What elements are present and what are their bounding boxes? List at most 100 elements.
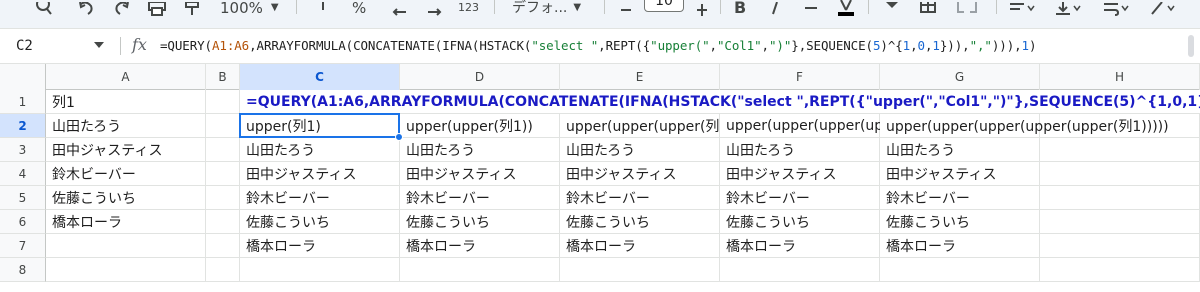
- chevron-down-icon: ▼: [270, 2, 279, 13]
- cell-f4[interactable]: 田中ジャスティス: [720, 162, 880, 185]
- redo-icon[interactable]: [114, 0, 130, 16]
- decrease-decimal-icon[interactable]: [392, 0, 410, 16]
- percent-label: %: [352, 0, 367, 17]
- cell-c3[interactable]: 山田たろう: [240, 138, 400, 161]
- text-rotation-icon[interactable]: [1150, 0, 1176, 16]
- font-size-input[interactable]: 10: [644, 0, 684, 12]
- cell-d3[interactable]: 山田たろう: [400, 138, 560, 161]
- fill-color-icon[interactable]: [884, 0, 900, 16]
- formula-token: ,: [910, 38, 918, 53]
- cell-c7[interactable]: 橋本ローラ: [240, 234, 400, 257]
- cell-d7[interactable]: 橋本ローラ: [400, 234, 560, 257]
- fill-handle[interactable]: [395, 133, 403, 141]
- cell-e5[interactable]: 鈴木ビーバー: [560, 186, 720, 209]
- cell-f7[interactable]: 橋本ローラ: [720, 234, 880, 257]
- cell-e7[interactable]: 橋本ローラ: [560, 234, 720, 257]
- italic-icon[interactable]: [770, 0, 780, 16]
- zoom-select[interactable]: 100% ▼: [220, 0, 279, 16]
- toolbar: 100% ▼ % 123 デフォ... ▼ 10 B: [0, 0, 1200, 28]
- text-color-icon[interactable]: [838, 0, 854, 16]
- formula-token: ))),: [991, 38, 1022, 53]
- column-header-g[interactable]: G: [880, 64, 1040, 90]
- chevron-down-icon: ▼: [573, 2, 582, 13]
- undo-icon[interactable]: [78, 0, 94, 16]
- increase-decimal-icon[interactable]: [426, 0, 444, 16]
- column-header-d[interactable]: D: [400, 64, 560, 90]
- cell-c6[interactable]: 佐藤こういち: [240, 210, 400, 233]
- percent-format-button[interactable]: %: [352, 0, 366, 16]
- cell-a4[interactable]: 鈴木ビーバー: [46, 162, 206, 185]
- cell-f6[interactable]: 佐藤こういち: [720, 210, 880, 233]
- formula-token: 1: [932, 38, 940, 53]
- currency-icon[interactable]: [318, 0, 328, 16]
- cell-g7[interactable]: 橋本ローラ: [880, 234, 1040, 257]
- select-all-corner[interactable]: [0, 64, 46, 90]
- fx-icon: fx: [132, 35, 147, 54]
- cell-f2[interactable]: upper(upper(upper(upp: [720, 114, 880, 137]
- column-header-h[interactable]: H: [1040, 64, 1200, 90]
- cell-a2[interactable]: 山田たろう: [46, 114, 206, 137]
- cell-d2[interactable]: upper(upper(列1)): [400, 114, 560, 137]
- toolbar-divider: [604, 0, 605, 14]
- column-header-a[interactable]: A: [46, 64, 206, 90]
- strikethrough-icon[interactable]: [804, 0, 818, 16]
- column-header-e[interactable]: E: [560, 64, 720, 90]
- row-header-6[interactable]: 6: [0, 210, 46, 234]
- cell-a5[interactable]: 佐藤こういち: [46, 186, 206, 209]
- paint-format-icon[interactable]: [184, 0, 200, 16]
- merge-cells-icon[interactable]: [956, 0, 978, 16]
- cell-g2[interactable]: upper(upper(upper(upper(upper(列1))))): [880, 114, 1200, 137]
- formula-token: "Col1": [716, 38, 762, 53]
- formula-token: ,REPT({: [598, 38, 651, 53]
- cell-c2[interactable]: upper(列1): [240, 114, 400, 137]
- column-header-f[interactable]: F: [720, 64, 880, 90]
- cell-g5[interactable]: 鈴木ビーバー: [880, 186, 1040, 209]
- font-family-value: デフォ...: [512, 0, 568, 16]
- font-size-value: 10: [655, 0, 673, 9]
- print-icon[interactable]: [148, 0, 166, 16]
- row-header-4[interactable]: 4: [0, 162, 46, 186]
- cell-f3[interactable]: 山田たろう: [720, 138, 880, 161]
- horizontal-align-icon[interactable]: [1010, 0, 1036, 16]
- increase-font-size-icon[interactable]: [696, 0, 708, 16]
- cell-c5[interactable]: 鈴木ビーバー: [240, 186, 400, 209]
- cell-g3[interactable]: 山田たろう: [880, 138, 1040, 161]
- cell-e2[interactable]: upper(upper(upper(列1: [560, 114, 720, 137]
- row-header-3[interactable]: 3: [0, 138, 46, 162]
- cell-d4[interactable]: 田中ジャスティス: [400, 162, 560, 185]
- number-format-label: 123: [458, 1, 479, 14]
- cell-d5[interactable]: 鈴木ビーバー: [400, 186, 560, 209]
- formula-input[interactable]: =QUERY(A1:A6,ARRAYFORMULA(CONCATENATE(IF…: [160, 38, 1037, 53]
- vertical-align-icon[interactable]: [1056, 0, 1082, 16]
- font-family-select[interactable]: デフォ... ▼: [512, 0, 581, 16]
- column-header-b[interactable]: B: [206, 64, 240, 90]
- column-header-c[interactable]: C: [240, 64, 400, 90]
- borders-icon[interactable]: [920, 0, 936, 16]
- cell-e6[interactable]: 佐藤こういち: [560, 210, 720, 233]
- cell-d6[interactable]: 佐藤こういち: [400, 210, 560, 233]
- row-header-7[interactable]: 7: [0, 234, 46, 258]
- zoom-value: 100%: [220, 0, 263, 17]
- cell-g6[interactable]: 佐藤こういち: [880, 210, 1040, 233]
- row-header-8[interactable]: 8: [0, 258, 46, 282]
- bold-button[interactable]: B: [734, 0, 746, 16]
- cell-c1[interactable]: =QUERY(A1:A6,ARRAYFORMULA(CONCATENATE(IF…: [240, 90, 1200, 113]
- cell-g4[interactable]: 田中ジャスティス: [880, 162, 1040, 185]
- number-format-button[interactable]: 123: [458, 0, 479, 16]
- cell-e3[interactable]: 山田たろう: [560, 138, 720, 161]
- chevron-down-icon[interactable]: [94, 42, 104, 48]
- row-header-5[interactable]: 5: [0, 186, 46, 210]
- formula-token: ")": [768, 38, 792, 53]
- row-header-2[interactable]: 2: [0, 114, 46, 138]
- row-header-1[interactable]: 1: [0, 90, 46, 114]
- cell-f5[interactable]: 鈴木ビーバー: [720, 186, 880, 209]
- cell-a3[interactable]: 田中ジャスティス: [46, 138, 206, 161]
- cell-a1[interactable]: 列1: [46, 90, 206, 113]
- search-icon[interactable]: [36, 0, 52, 16]
- decrease-font-size-icon[interactable]: [620, 0, 632, 16]
- text-wrap-icon[interactable]: [1104, 0, 1130, 16]
- cell-c4[interactable]: 田中ジャスティス: [240, 162, 400, 185]
- formula-bar-scrollbar[interactable]: [1188, 35, 1194, 57]
- cell-a6[interactable]: 橋本ローラ: [46, 210, 206, 233]
- cell-e4[interactable]: 田中ジャスティス: [560, 162, 720, 185]
